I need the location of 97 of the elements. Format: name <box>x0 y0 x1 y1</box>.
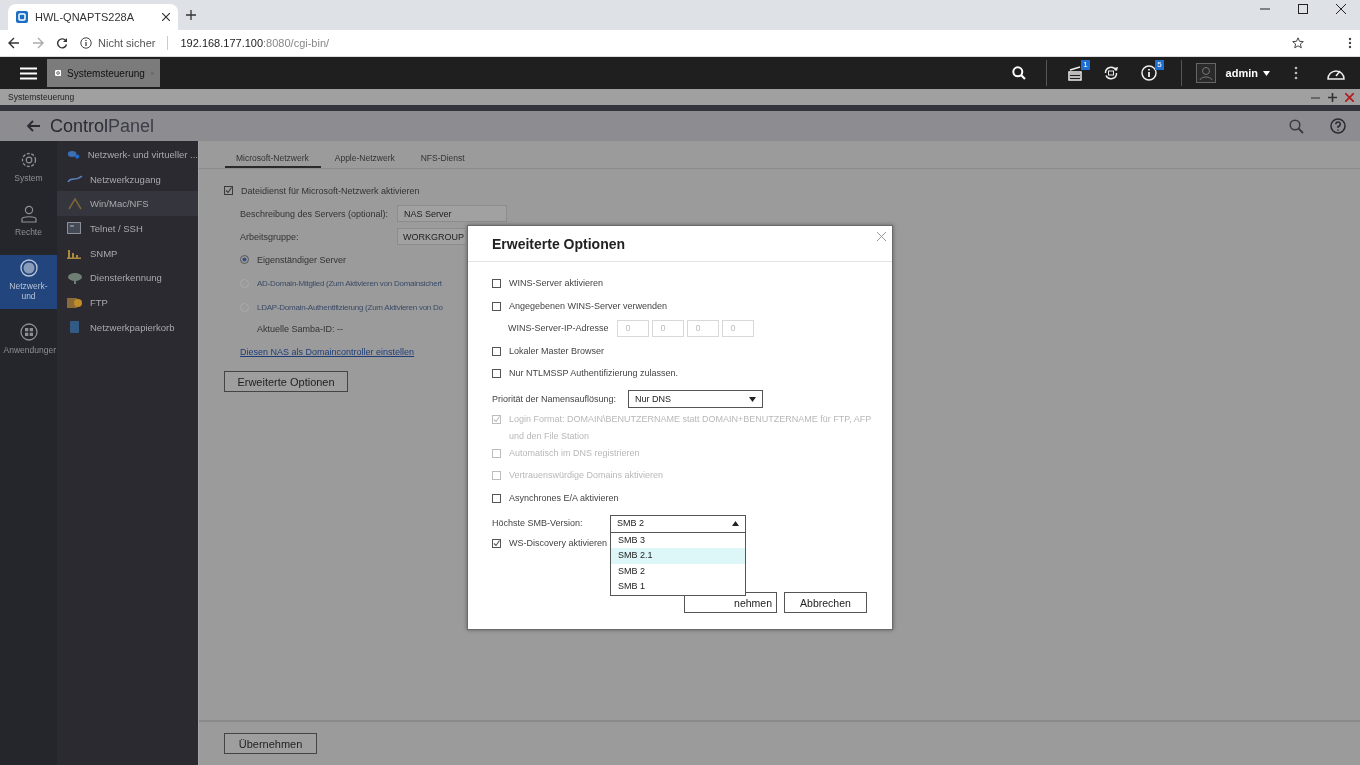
plus-icon[interactable] <box>1328 92 1337 102</box>
avatar-icon[interactable] <box>1195 63 1216 83</box>
apply-button[interactable]: Übernehmen <box>224 733 317 754</box>
security-label: Nicht sicher <box>98 37 156 49</box>
notification-count: 5 <box>1155 60 1164 70</box>
help-icon[interactable] <box>1330 118 1346 134</box>
radio-button[interactable] <box>240 255 249 264</box>
apps-icon <box>19 323 38 341</box>
tab-title: HWL-QNAPTS228A <box>35 11 136 23</box>
app-logo-icon <box>16 11 28 23</box>
menu-dots-icon[interactable] <box>1294 66 1298 80</box>
dropdown-option[interactable]: SMB 2 <box>611 563 745 580</box>
network-icon <box>67 148 81 161</box>
address-url[interactable]: 192.168.177.100:8080/cgi-bin/ <box>180 37 330 49</box>
checkbox-label: Vertrauenswürdige Domains aktivieren <box>509 469 664 483</box>
gear-icon <box>19 151 38 169</box>
checkbox[interactable] <box>492 493 501 503</box>
notification-count: 1 <box>1081 60 1090 70</box>
field-label: Priorität der Namensauflösung: <box>492 392 618 406</box>
checkbox-label: WS-Discovery aktivieren <box>509 536 608 550</box>
checkbox[interactable] <box>492 538 501 548</box>
close-icon[interactable] <box>1336 4 1346 14</box>
input-field[interactable]: WORKGROUP <box>397 228 465 245</box>
tab[interactable]: NFS-Dienst <box>408 153 477 168</box>
reload-icon[interactable] <box>56 37 68 49</box>
menu-icon[interactable] <box>20 66 37 80</box>
checkbox-label: Lokaler Master Browser <box>509 344 605 358</box>
window-title: Systemsteuerung <box>8 92 76 102</box>
terminal-icon <box>67 222 83 235</box>
page-title: ControlPanel <box>50 115 155 137</box>
tab[interactable]: Microsoft-Netzwerk <box>225 153 321 168</box>
domaincontroller-link[interactable]: Diesen NAS als Domaincontroller einstellen <box>240 347 415 357</box>
info-icon <box>80 37 92 49</box>
menu-dots-icon[interactable] <box>1348 37 1352 49</box>
checkbox[interactable] <box>492 301 501 311</box>
sidebar-item[interactable]: Netzwerkpapierkorb <box>57 314 198 340</box>
sidebar-item[interactable]: Diensterkennung <box>57 265 198 291</box>
globe-icon <box>19 259 38 277</box>
sidebar-item[interactable]: Win/Mac/NFS <box>57 191 198 217</box>
field-label: Beschreibung des Servers (optional): <box>240 208 389 219</box>
nav-rail-item[interactable]: Rechte <box>0 201 57 245</box>
field-label: Arbeitsgruppe: <box>240 231 300 242</box>
checkbox-label: Login Format: DOMAIN\BENUTZERNAME statt DOMAIN+BENUTZERNAME für FTP, AFP und den File Station <box>509 412 872 443</box>
sidebar-item[interactable]: Telnet / SSH <box>57 216 198 241</box>
sidebar-item[interactable]: Netzwerk- und virtueller ... <box>57 142 198 167</box>
dropdown[interactable]: Nur DNS <box>628 390 763 409</box>
nav-rail-item[interactable]: System <box>0 147 57 191</box>
caret-icon <box>732 521 739 527</box>
dropdown-option[interactable]: SMB 1 <box>611 579 745 595</box>
checkbox-label: Automatisch im DNS registrieren <box>509 446 640 460</box>
dropdown-option[interactable]: SMB 2.1 <box>611 548 745 564</box>
sidebar-item[interactable]: SNMP <box>57 240 198 266</box>
checkbox[interactable] <box>492 279 501 288</box>
folder-icon <box>67 296 83 309</box>
radio-label: AD-Domain-Mitglied (Zum Aktivieren von Domainsichert <box>257 278 442 288</box>
sync-icon[interactable] <box>1102 65 1119 81</box>
browser-tab[interactable]: HWL-QNAPTS228A <box>8 4 178 30</box>
star-icon[interactable] <box>1292 37 1304 49</box>
info-icon[interactable] <box>1140 65 1157 81</box>
checkbox-label: Nur NTLMSSP Authentifizierung zulassen. <box>509 367 678 381</box>
caret-icon <box>749 396 756 402</box>
bar-chart-icon <box>67 247 83 260</box>
checkbox-label: WINS-Server aktivieren <box>509 277 604 290</box>
radio-label: LDAP-Domain-Authentifizierung (Zum Aktivieren von Do <box>257 302 443 312</box>
back-arrow-icon[interactable] <box>8 37 20 49</box>
person-icon <box>19 205 38 223</box>
maximize-icon[interactable] <box>1298 4 1308 14</box>
input-field[interactable]: NAS Server <box>397 205 507 222</box>
field-label: Höchste SMB-Version: <box>492 517 584 531</box>
checkbox-label: Dateidienst für Microsoft-Netzwerk aktivieren <box>241 185 420 196</box>
checkbox[interactable] <box>492 369 501 379</box>
dropdown[interactable]: SMB 2 <box>610 514 746 533</box>
advanced-options-button[interactable]: Erweiterte Optionen <box>224 371 348 392</box>
nav-rail-item[interactable]: Netzwerk- und <box>0 255 57 309</box>
user-name[interactable]: admin <box>1225 67 1258 79</box>
tab[interactable]: Apple-Netzwerk <box>322 153 407 168</box>
checkbox[interactable] <box>492 346 501 356</box>
samba-id-text: Aktuelle Samba-ID: -- <box>257 324 344 334</box>
field-label: WINS-Server-IP-Adresse <box>508 322 609 336</box>
search-icon[interactable] <box>1011 66 1026 80</box>
radio-label: Eigenständiger Server <box>257 254 347 265</box>
dropdown-option[interactable]: SMB 3 <box>611 532 745 549</box>
dialog-title: Erweiterte Optionen <box>492 235 626 252</box>
sidebar-item[interactable]: Netzwerkzugang <box>57 166 198 192</box>
caret-icon[interactable] <box>1263 70 1270 76</box>
checkbox-label: Angegebenen WINS-Server verwenden <box>509 299 668 313</box>
nav-rail-item[interactable]: Anwendunger <box>0 319 57 363</box>
close-icon[interactable] <box>162 13 170 21</box>
checkbox-label: Asynchrones E/A aktivieren <box>509 491 619 505</box>
cancel-button[interactable]: Abbrechen <box>784 592 867 613</box>
app-tab[interactable]: Systemsteuerung <box>47 59 160 87</box>
new-tab-icon[interactable] <box>186 10 196 20</box>
stack-icon[interactable] <box>1066 65 1083 81</box>
sidebar-item[interactable]: FTP <box>57 290 198 315</box>
apply-button[interactable]: nehmen <box>684 592 777 613</box>
satellite-icon <box>67 271 83 284</box>
checkbox[interactable] <box>224 186 233 195</box>
